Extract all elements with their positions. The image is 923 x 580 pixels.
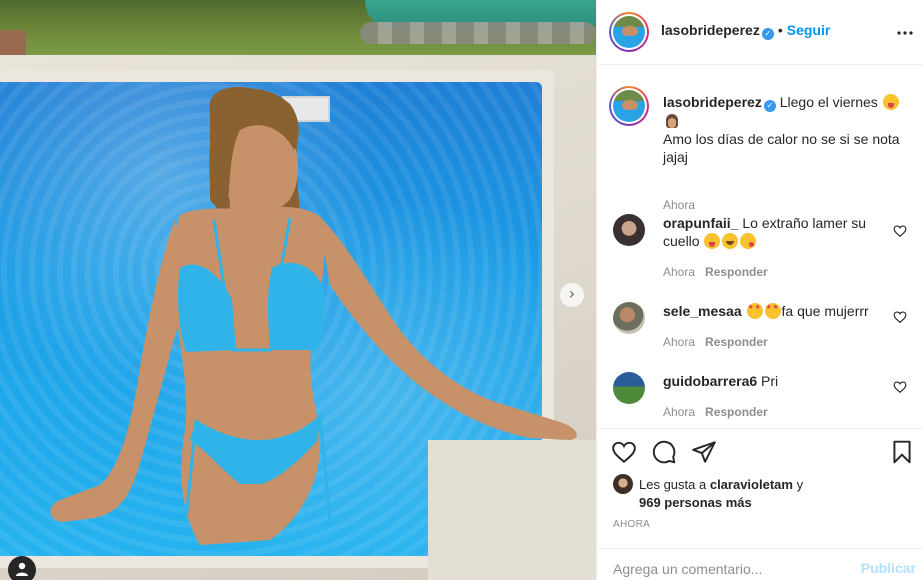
star-struck-emoji-icon xyxy=(764,303,781,319)
commenter-avatar[interactable] xyxy=(613,214,645,246)
caption-author-username[interactable]: lasobrideperez xyxy=(663,94,762,110)
comment-meta: Ahora Responder xyxy=(663,405,768,419)
comment-text: fa que mujerrr xyxy=(781,303,869,319)
comment-timestamp: Ahora xyxy=(663,265,696,279)
author-avatar[interactable] xyxy=(609,12,649,52)
author-name-row: lasobrideperez ✓ • Seguir xyxy=(661,22,830,40)
bookmark-icon[interactable] xyxy=(889,439,915,465)
commenter-avatar[interactable] xyxy=(613,372,645,404)
post-header: lasobrideperez ✓ • Seguir xyxy=(597,0,923,65)
user-tag-icon xyxy=(16,562,28,576)
comment-bubble-icon[interactable] xyxy=(651,439,677,465)
liker-username[interactable]: claravioletam xyxy=(710,477,793,492)
author-username[interactable]: lasobrideperez xyxy=(661,22,760,38)
comments-list[interactable]: lasobrideperez ✓ Llego el viernes Amo los… xyxy=(597,66,923,428)
comment-item: sele_mesaa fa que mujerrr Ahora Responder xyxy=(613,302,913,370)
likes-prefix: Les gusta a xyxy=(639,477,707,492)
post-actions: Les gusta a claravioletam y 969 personas… xyxy=(597,428,923,538)
post-timestamp[interactable]: AHORA xyxy=(613,519,650,530)
comment-item: guidobarrera6 Pri Ahora Responder xyxy=(613,372,913,428)
caption-line-2: Amo los días de calor no se si se nota j… xyxy=(663,131,900,165)
comment-username[interactable]: guidobarrera6 xyxy=(663,373,757,389)
likes-summary[interactable]: Les gusta a claravioletam y 969 personas… xyxy=(613,474,913,512)
publish-button[interactable]: Publicar xyxy=(861,560,916,576)
photo-person xyxy=(50,86,577,546)
more-options-icon[interactable] xyxy=(896,24,914,42)
likes-others[interactable]: 969 personas más xyxy=(639,494,913,512)
reply-button[interactable]: Responder xyxy=(705,405,768,419)
comment-username[interactable]: orapunfaii_ xyxy=(663,215,738,231)
verified-badge-icon: ✓ xyxy=(761,28,774,40)
add-comment-bar: Publicar xyxy=(597,548,923,580)
caption-author-avatar[interactable] xyxy=(609,86,649,126)
yum-emoji-icon xyxy=(740,233,757,249)
verified-badge-icon: ✓ xyxy=(763,100,776,112)
header-separator: • xyxy=(777,22,783,38)
commenter-avatar[interactable] xyxy=(613,302,645,334)
comment-item: orapunfaii_ Lo extraño lamer su cuello A… xyxy=(613,214,913,282)
comment-meta: Ahora Responder xyxy=(663,265,768,279)
comment-timestamp: Ahora xyxy=(663,335,696,349)
caption-line-1: Llego el viernes xyxy=(779,94,878,110)
likes-conjunction: y xyxy=(796,477,804,492)
comment-body: sele_mesaa fa que mujerrr xyxy=(663,302,888,320)
paper-plane-icon[interactable] xyxy=(691,439,717,465)
like-comment-heart-icon[interactable] xyxy=(893,224,907,238)
hands-over-face-emoji-icon xyxy=(664,113,680,129)
caption-text: lasobrideperez ✓ Llego el viernes Amo los… xyxy=(663,93,913,166)
comment-meta: Ahora Responder xyxy=(663,335,768,349)
tongue-emoji-icon xyxy=(882,94,899,110)
like-comment-heart-icon[interactable] xyxy=(893,310,907,324)
reply-button[interactable]: Responder xyxy=(705,335,768,349)
comment-text: Pri xyxy=(761,373,779,389)
comment-username[interactable]: sele_mesaa xyxy=(663,303,742,319)
comment-body: orapunfaii_ Lo extraño lamer su cuello xyxy=(663,214,888,250)
tongue-emoji-icon xyxy=(704,233,721,249)
comment-timestamp: Ahora xyxy=(663,405,696,419)
like-comment-heart-icon[interactable] xyxy=(893,380,907,394)
liker-avatar xyxy=(613,474,633,494)
reply-button[interactable]: Responder xyxy=(705,265,768,279)
caption-timestamp: Ahora xyxy=(663,198,696,212)
heart-icon[interactable] xyxy=(611,439,637,465)
post-photo[interactable]: › xyxy=(0,0,596,580)
comment-body: guidobarrera6 Pri xyxy=(663,372,888,390)
tagged-users-button[interactable] xyxy=(8,556,36,580)
comment-input[interactable] xyxy=(613,561,843,577)
grin-emoji-icon xyxy=(722,233,739,249)
follow-button[interactable]: Seguir xyxy=(787,22,831,38)
next-photo-button[interactable]: › xyxy=(560,283,584,307)
post-side-panel: lasobrideperez ✓ • Seguir lasobrideperez ✓ L… xyxy=(596,0,923,580)
chevron-right-icon: › xyxy=(568,284,576,303)
star-struck-emoji-icon xyxy=(746,303,763,319)
